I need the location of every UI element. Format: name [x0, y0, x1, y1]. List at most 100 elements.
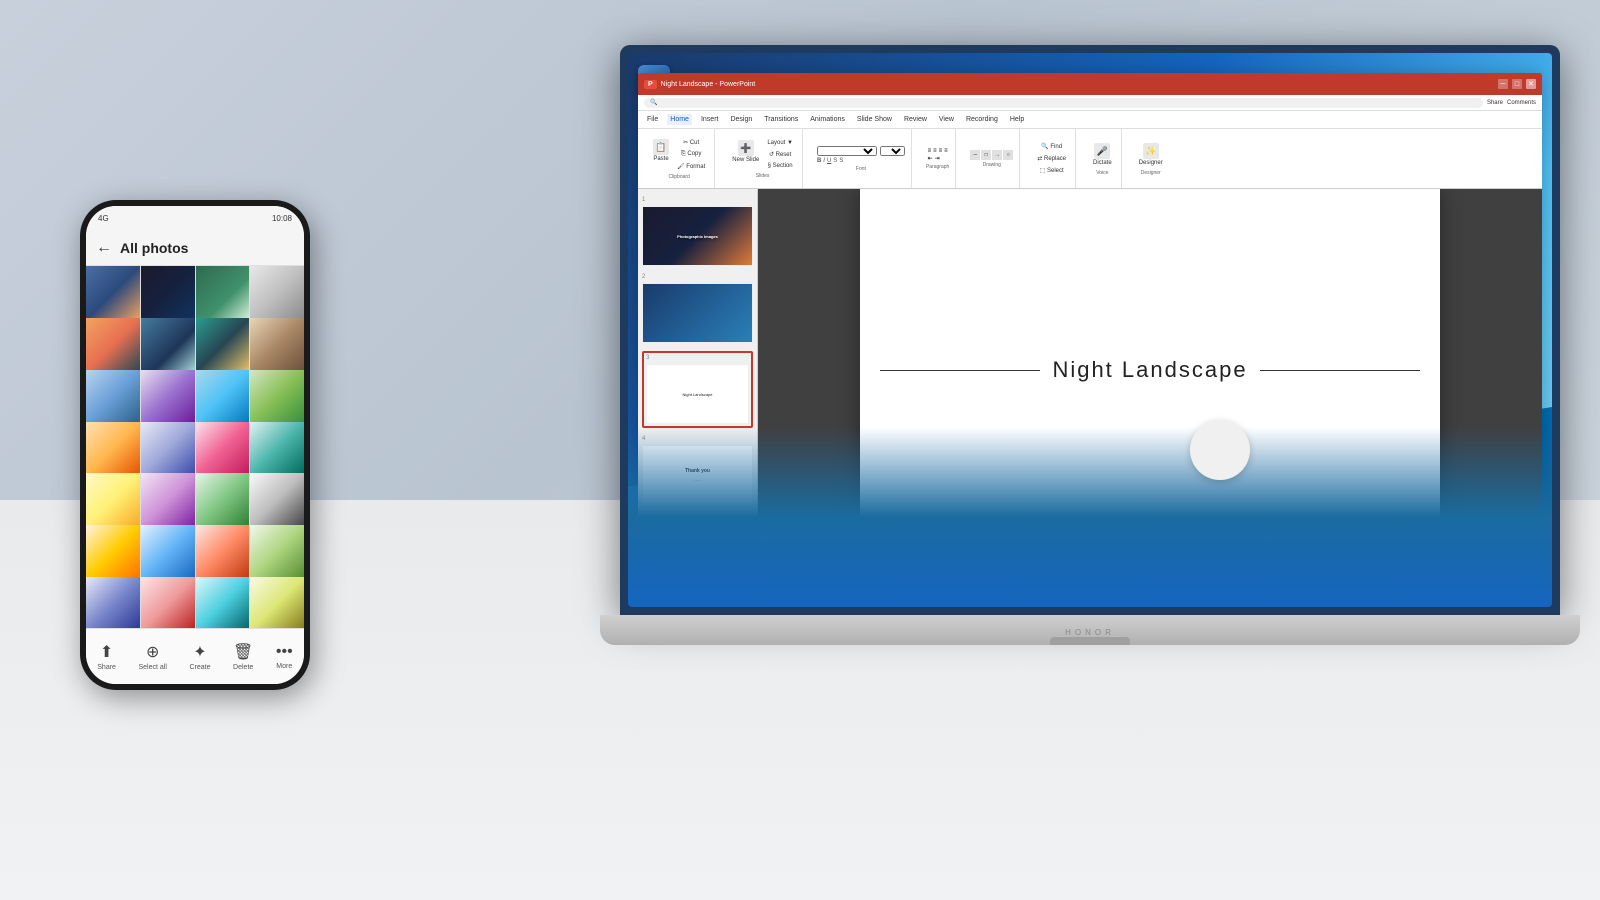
delete-button[interactable]: 🗑 Delete: [233, 642, 253, 671]
main-slide-area[interactable]: Night Landscape: [758, 189, 1542, 551]
photo-thumb[interactable]: [250, 318, 304, 372]
italic-button[interactable]: I: [823, 158, 825, 164]
reading-view-button[interactable]: ⊞: [1504, 557, 1509, 564]
photo-thumb[interactable]: [86, 318, 140, 372]
shadow-button[interactable]: S: [839, 158, 843, 164]
slideshow-button[interactable]: ▷: [1513, 557, 1518, 564]
menu-file[interactable]: File: [644, 114, 661, 125]
photo-thumb[interactable]: [141, 473, 195, 527]
justify-button[interactable]: ≡: [944, 148, 948, 154]
edge-browser-button[interactable]: 🌐: [1125, 576, 1151, 602]
copy-button[interactable]: ⎘ Copy: [674, 149, 708, 160]
format-painter-button[interactable]: 🖌 Format: [674, 161, 708, 172]
menu-slideshow[interactable]: Slide Show: [854, 114, 895, 125]
share-button[interactable]: ⬆ Share: [97, 642, 116, 671]
reset-button[interactable]: ↺ Reset: [764, 149, 796, 160]
menu-transitions[interactable]: Transitions: [761, 114, 801, 125]
strikethrough-button[interactable]: S: [833, 158, 837, 164]
layout-button[interactable]: Layout ▼: [764, 138, 796, 148]
photo-thumb[interactable]: [86, 473, 140, 527]
design-ideas-button[interactable]: ✨ Designer: [1136, 141, 1166, 168]
normal-view-button[interactable]: ▤: [1485, 557, 1491, 564]
photo-thumb[interactable]: [196, 473, 250, 527]
share-label[interactable]: Share: [1487, 100, 1503, 106]
powerpoint-taskbar-button[interactable]: P: [1157, 576, 1183, 602]
photo-thumb[interactable]: [141, 422, 195, 476]
task-view-button[interactable]: ⊟: [1061, 576, 1087, 602]
photo-thumb[interactable]: [86, 577, 140, 628]
photo-thumb[interactable]: [86, 370, 140, 424]
new-slide-button[interactable]: ➕ New Slide: [729, 138, 762, 171]
slide-thumbnail-1[interactable]: 1 Photographic Images: [642, 197, 753, 266]
close-button[interactable]: ✕: [1526, 79, 1536, 89]
select-all-button[interactable]: ⊕ Select all: [139, 642, 167, 671]
photo-thumb[interactable]: [141, 525, 195, 579]
cut-button[interactable]: ✂ Cut: [674, 137, 708, 148]
menu-insert[interactable]: Insert: [698, 114, 722, 125]
photo-thumb[interactable]: [196, 422, 250, 476]
replace-button[interactable]: ⇄ Replace: [1034, 153, 1069, 164]
file-explorer-button[interactable]: 📁: [1093, 576, 1119, 602]
menu-home[interactable]: Home: [667, 114, 692, 125]
back-button[interactable]: ←: [96, 239, 112, 257]
delete-icon: 🗑: [233, 642, 253, 662]
underline-button[interactable]: U: [827, 158, 831, 164]
photo-thumb[interactable]: [141, 266, 195, 320]
photo-thumb[interactable]: [196, 370, 250, 424]
oval-tool[interactable]: ○: [1003, 150, 1013, 160]
create-button[interactable]: ✦ Create: [189, 642, 210, 671]
font-size-select[interactable]: [880, 146, 905, 156]
photo-thumb[interactable]: [141, 318, 195, 372]
font-name-select[interactable]: [817, 146, 877, 156]
photo-thumb[interactable]: [86, 266, 140, 320]
photo-thumb[interactable]: [250, 370, 304, 424]
current-slide[interactable]: Night Landscape: [860, 189, 1440, 551]
more-button[interactable]: ••• More: [276, 643, 293, 670]
search-box[interactable]: 🔍: [644, 98, 1483, 108]
indent-decrease-button[interactable]: ⇤: [928, 155, 933, 162]
dictate-button[interactable]: 🎤 Dictate: [1090, 141, 1115, 168]
photo-thumb[interactable]: [250, 473, 304, 527]
minimize-button[interactable]: ─: [1498, 79, 1508, 89]
photo-thumb[interactable]: [196, 318, 250, 372]
photo-thumb[interactable]: [141, 577, 195, 628]
align-right-button[interactable]: ≡: [939, 148, 943, 154]
start-button[interactable]: [997, 576, 1023, 602]
photo-thumb[interactable]: [86, 525, 140, 579]
photo-thumb[interactable]: [196, 525, 250, 579]
slide-thumbnail-3[interactable]: 3 Night Landscape: [642, 351, 753, 428]
section-button[interactable]: § Section: [764, 161, 796, 171]
taskbar-clock[interactable]: 10:08 2023/02/27: [1509, 580, 1544, 598]
slide-thumbnail-2[interactable]: 2: [642, 274, 753, 343]
align-center-button[interactable]: ≡: [933, 148, 937, 154]
menu-animations[interactable]: Animations: [807, 114, 848, 125]
rect-tool[interactable]: □: [981, 150, 991, 160]
photo-thumb[interactable]: [141, 370, 195, 424]
photo-thumb[interactable]: [250, 525, 304, 579]
menu-recording[interactable]: Recording: [963, 114, 1001, 125]
slide-sorter-button[interactable]: ▦: [1495, 557, 1501, 564]
photo-thumb[interactable]: [250, 577, 304, 628]
photo-thumb[interactable]: [196, 577, 250, 628]
menu-help[interactable]: Help: [1007, 114, 1027, 125]
line-tool[interactable]: ─: [970, 150, 980, 160]
menu-view[interactable]: View: [936, 114, 957, 125]
indent-increase-button[interactable]: ⇥: [935, 155, 940, 162]
restore-button[interactable]: □: [1512, 79, 1522, 89]
notes-button[interactable]: Notes: [1465, 558, 1481, 564]
slide-thumbnail-4[interactable]: 4 Thank you ——: [642, 436, 753, 505]
comments-label[interactable]: Comments: [1507, 100, 1536, 106]
select-button[interactable]: ⬚ Select: [1034, 165, 1069, 176]
menu-design[interactable]: Design: [727, 114, 755, 125]
menu-review[interactable]: Review: [901, 114, 930, 125]
align-left-button[interactable]: ≡: [928, 148, 932, 154]
taskbar-search-button[interactable]: 🔍: [1029, 576, 1055, 602]
photo-thumb[interactable]: [86, 422, 140, 476]
paste-button[interactable]: 📋 Paste: [650, 137, 672, 172]
photo-thumb[interactable]: [196, 266, 250, 320]
bold-button[interactable]: B: [817, 158, 821, 164]
arrow-tool[interactable]: →: [992, 150, 1002, 160]
find-button[interactable]: 🔍 Find: [1034, 141, 1069, 152]
photo-thumb[interactable]: [250, 266, 304, 320]
photo-thumb[interactable]: [250, 422, 304, 476]
